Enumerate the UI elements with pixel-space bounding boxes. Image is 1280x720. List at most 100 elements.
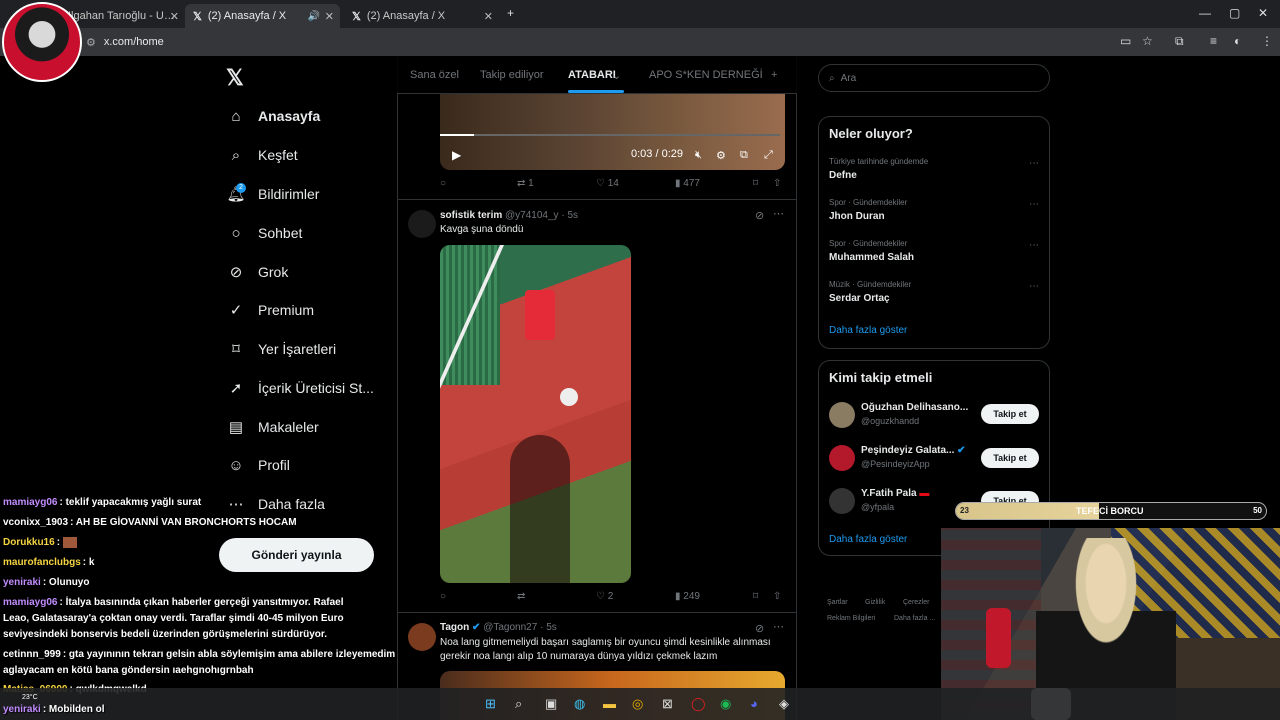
nav-item-home[interactable]: ⌂ Anasayfa: [226, 103, 320, 129]
footer-link[interactable]: Daha fazla ...: [894, 615, 935, 622]
nav-item-creator-studio[interactable]: ➚ İçerik Üreticisi St...: [226, 375, 374, 401]
more-icon[interactable]: ⋯: [1029, 281, 1039, 292]
speaker-icon[interactable]: 🔊: [308, 11, 320, 22]
windows-start-icon[interactable]: ⊞: [485, 696, 496, 712]
trend-name[interactable]: Muhammed Salah: [829, 252, 914, 263]
more-icon[interactable]: ⋯: [1029, 158, 1039, 169]
x-app-icon[interactable]: ⊠: [662, 696, 673, 712]
show-more-link[interactable]: Daha fazla göster: [829, 534, 907, 545]
extensions-icon[interactable]: ⧉: [1175, 34, 1184, 49]
views-button[interactable]: ▮ 249: [675, 591, 700, 602]
search-icon[interactable]: ⌕: [515, 696, 522, 712]
x-logo-icon[interactable]: 𝕏: [226, 65, 244, 91]
close-icon[interactable]: ✕: [484, 10, 493, 23]
maximize-icon[interactable]: ▢: [1229, 6, 1240, 20]
footer-link[interactable]: Çerezler: [903, 599, 929, 606]
reading-list-icon[interactable]: ≡: [1210, 34, 1217, 48]
views-button[interactable]: ▮ 477: [675, 178, 700, 189]
tweet-author[interactable]: sofistik terim @y74104_y · 5s: [440, 210, 578, 221]
nav-item-bookmarks[interactable]: ⌑ Yer İşaretleri: [226, 336, 336, 362]
trend-name[interactable]: Defne: [829, 170, 857, 181]
tab-list[interactable]: APO S*KEN DERNEĞİ: [649, 69, 763, 81]
bookmark-icon[interactable]: ⌑: [753, 591, 758, 602]
video-player[interactable]: ▶ 🔇︎ ⚙ ⧉ ⤢: [440, 94, 785, 170]
browser-tab-active[interactable]: 𝕏 (2) Anasayfa / X 🔊 ✕: [185, 4, 340, 28]
edge-icon[interactable]: ◍: [574, 696, 585, 712]
footer-link[interactable]: Reklam Bilgileri: [827, 615, 875, 622]
nav-item-profile[interactable]: ☺ Profil: [226, 452, 290, 478]
pip-icon[interactable]: ⧉: [740, 149, 748, 162]
nav-item-articles[interactable]: ▤ Makaleler: [226, 414, 319, 440]
app-icon[interactable]: ◈: [779, 696, 789, 712]
follow-name[interactable]: Oğuzhan Delihasano...: [861, 402, 968, 413]
add-tab-icon[interactable]: +: [771, 69, 777, 81]
follow-name[interactable]: Y.Fatih Pala ▬: [861, 488, 929, 499]
browser-tab[interactable]: 𝕏 (2) Anasayfa / X ✕: [344, 4, 499, 28]
discord-icon[interactable]: ◕: [750, 696, 758, 711]
site-info-icon[interactable]: ⚙: [86, 36, 96, 49]
nav-item-more[interactable]: ⋯ Daha fazla: [226, 491, 325, 517]
url-field[interactable]: ⚙ x.com/home: [86, 34, 164, 50]
spotify-icon[interactable]: ◉: [720, 696, 731, 712]
post-button[interactable]: Gönderi yayınla: [219, 538, 374, 572]
show-more-link[interactable]: Daha fazla göster: [829, 325, 907, 336]
file-explorer-icon[interactable]: ▬: [603, 696, 616, 711]
play-icon[interactable]: ▶: [452, 148, 461, 162]
nav-item-chat[interactable]: ○ Sohbet: [226, 220, 302, 246]
cast-icon[interactable]: ▭: [1120, 34, 1131, 48]
footer-link[interactable]: Gizlilik: [865, 599, 885, 606]
avatar[interactable]: [408, 210, 436, 238]
grok-icon[interactable]: ⊘: [755, 622, 764, 635]
follow-button[interactable]: Takip et: [981, 404, 1039, 424]
chrome-icon[interactable]: ◎: [632, 696, 643, 712]
avatar[interactable]: [829, 445, 855, 471]
tab-atabari[interactable]: ATABARI: [568, 69, 616, 81]
more-icon[interactable]: ⋯: [1029, 199, 1039, 210]
avatar[interactable]: [829, 488, 855, 514]
close-icon[interactable]: ✕: [325, 10, 334, 23]
tweet-author[interactable]: Tagon ✔ @Tagonn27 · 5s: [440, 622, 557, 633]
more-icon[interactable]: ⋯: [773, 620, 784, 633]
nav-item-grok[interactable]: ⊘ Grok: [226, 259, 289, 285]
retweet-button[interactable]: ⇄ 1: [517, 178, 534, 189]
nav-item-premium[interactable]: ✓ Premium: [226, 297, 314, 323]
avatar[interactable]: [408, 623, 436, 651]
avatar[interactable]: [829, 402, 855, 428]
fullscreen-icon[interactable]: ⤢: [764, 149, 773, 162]
share-icon[interactable]: ⇧: [773, 591, 781, 602]
menu-icon[interactable]: ⋮: [1261, 34, 1273, 48]
minimize-icon[interactable]: —: [1199, 6, 1211, 20]
follow-button[interactable]: Takip et: [981, 448, 1039, 468]
settings-icon[interactable]: ⚙: [716, 149, 726, 162]
tweet-video[interactable]: [440, 245, 631, 583]
reply-icon[interactable]: ○: [440, 178, 446, 189]
browser-tab[interactable]: Ilgahan Tarıoğlu - Unutma ✕: [60, 4, 185, 28]
search-input[interactable]: ⌕ Ara: [818, 64, 1050, 92]
like-button[interactable]: ♡ 2: [596, 591, 613, 602]
trend-name[interactable]: Jhon Duran: [829, 211, 885, 222]
follow-name[interactable]: Peşindeyiz Galata... ✔: [861, 445, 966, 456]
nav-item-explore[interactable]: ⌕ Keşfet: [226, 142, 298, 168]
mute-icon[interactable]: 🔇︎: [695, 149, 702, 162]
footer-link[interactable]: Şartlar: [827, 599, 848, 606]
chevron-down-icon[interactable]: ⌄: [612, 69, 621, 82]
tab-for-you[interactable]: Sana özel: [410, 69, 459, 81]
new-tab-icon[interactable]: +: [507, 6, 514, 20]
opera-icon[interactable]: ◯: [691, 696, 706, 712]
trend-name[interactable]: Serdar Ortaç: [829, 293, 890, 304]
like-button[interactable]: ♡ 14: [596, 178, 619, 189]
weather-widget[interactable]: 23°C: [22, 694, 38, 701]
window-close-icon[interactable]: ✕: [1258, 6, 1268, 20]
close-icon[interactable]: ✕: [170, 10, 179, 23]
grok-icon[interactable]: ⊘: [755, 209, 764, 222]
retweet-icon[interactable]: ⇄: [517, 591, 525, 602]
profile-avatar[interactable]: ◐: [1234, 34, 1241, 48]
bookmark-star-icon[interactable]: ☆: [1142, 34, 1153, 48]
reply-icon[interactable]: ○: [440, 591, 446, 602]
tab-following[interactable]: Takip ediliyor: [480, 69, 544, 81]
share-icon[interactable]: ⇧: [773, 178, 781, 189]
bookmark-icon[interactable]: ⌑: [753, 178, 758, 189]
task-view-icon[interactable]: ▣: [545, 696, 557, 712]
more-icon[interactable]: ⋯: [773, 207, 784, 220]
more-icon[interactable]: ⋯: [1029, 240, 1039, 251]
